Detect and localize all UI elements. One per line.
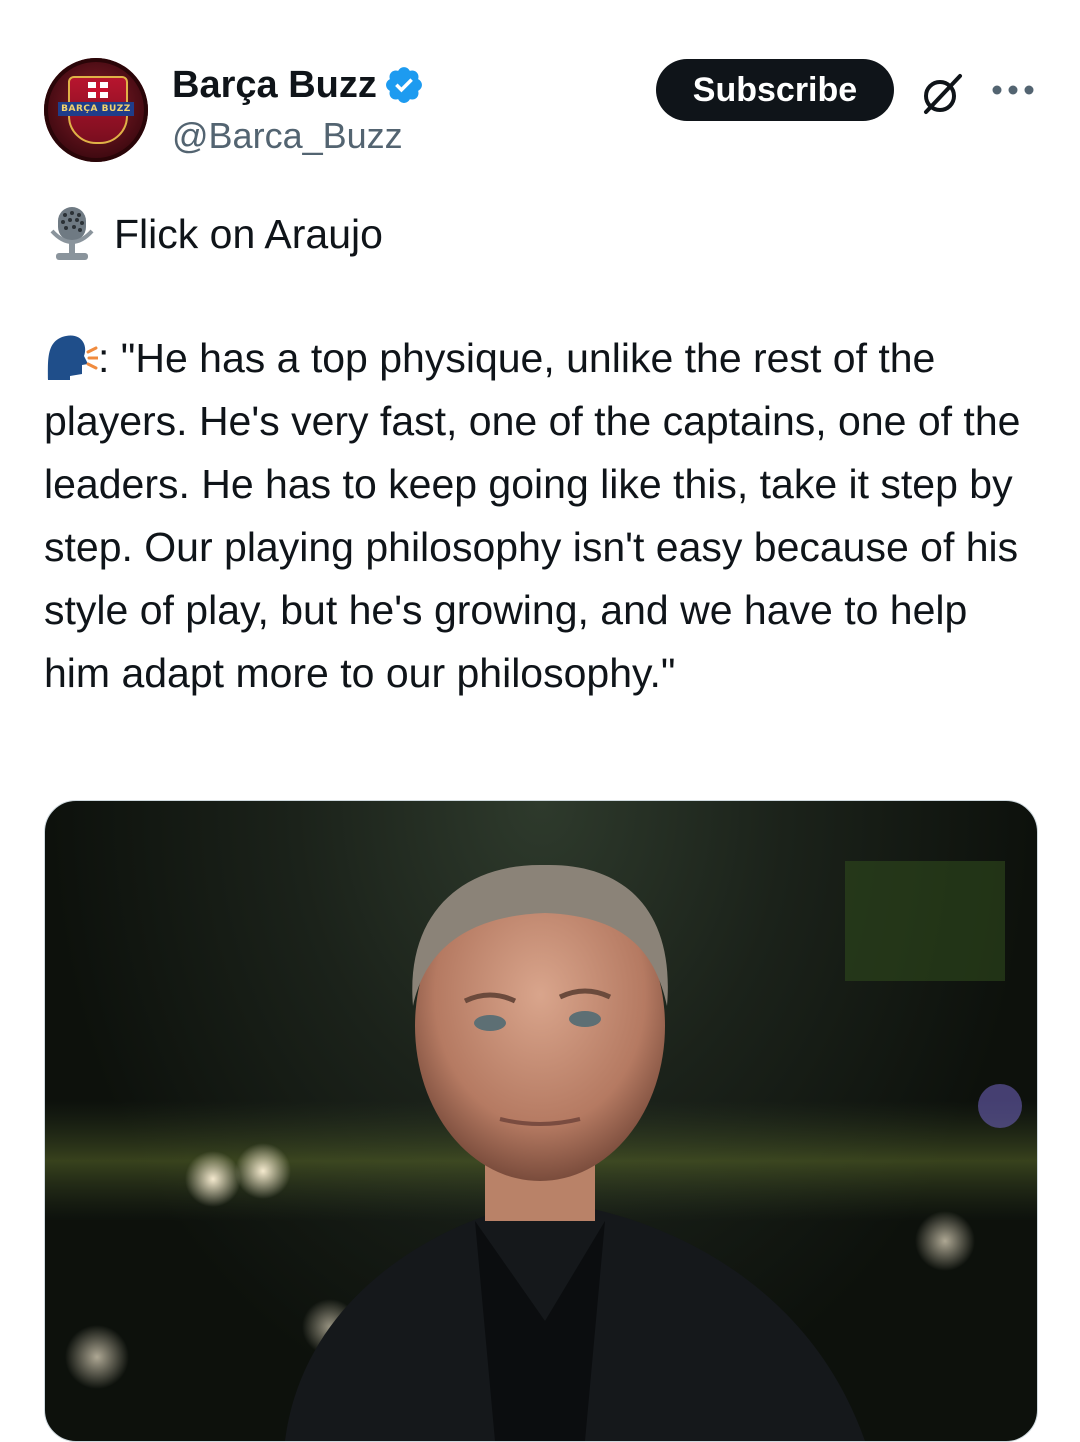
grok-icon[interactable] (918, 70, 966, 118)
post-body: : "He has a top physique, unlike the res… (44, 327, 1044, 705)
quote-prefix: : (98, 335, 121, 381)
user-handle[interactable]: @Barca_Buzz (172, 114, 403, 158)
cross-icon (88, 82, 108, 98)
speaking-head-icon (47, 335, 98, 380)
subscribe-button[interactable]: Subscribe (656, 59, 894, 121)
post-title-line: Flick on Araujo (44, 204, 383, 264)
more-options-icon[interactable] (990, 80, 1036, 100)
post-title: Flick on Araujo (114, 210, 383, 257)
avatar-banner: BARÇA BUZZ (58, 102, 134, 116)
post-image[interactable] (44, 800, 1038, 1442)
quote-text: "He has a top physique, unlike the rest … (44, 335, 1021, 696)
display-name-row[interactable]: Barça Buzz (172, 62, 425, 108)
verified-badge-icon (385, 67, 422, 103)
post-header: BARÇA BUZZ Barça Buzz @Barca_Buzz Subscr… (0, 0, 1080, 180)
photo-illustration (45, 861, 1037, 1441)
display-name[interactable]: Barça Buzz (172, 62, 377, 108)
avatar[interactable]: BARÇA BUZZ (44, 58, 148, 162)
studio-microphone-icon (50, 207, 94, 260)
